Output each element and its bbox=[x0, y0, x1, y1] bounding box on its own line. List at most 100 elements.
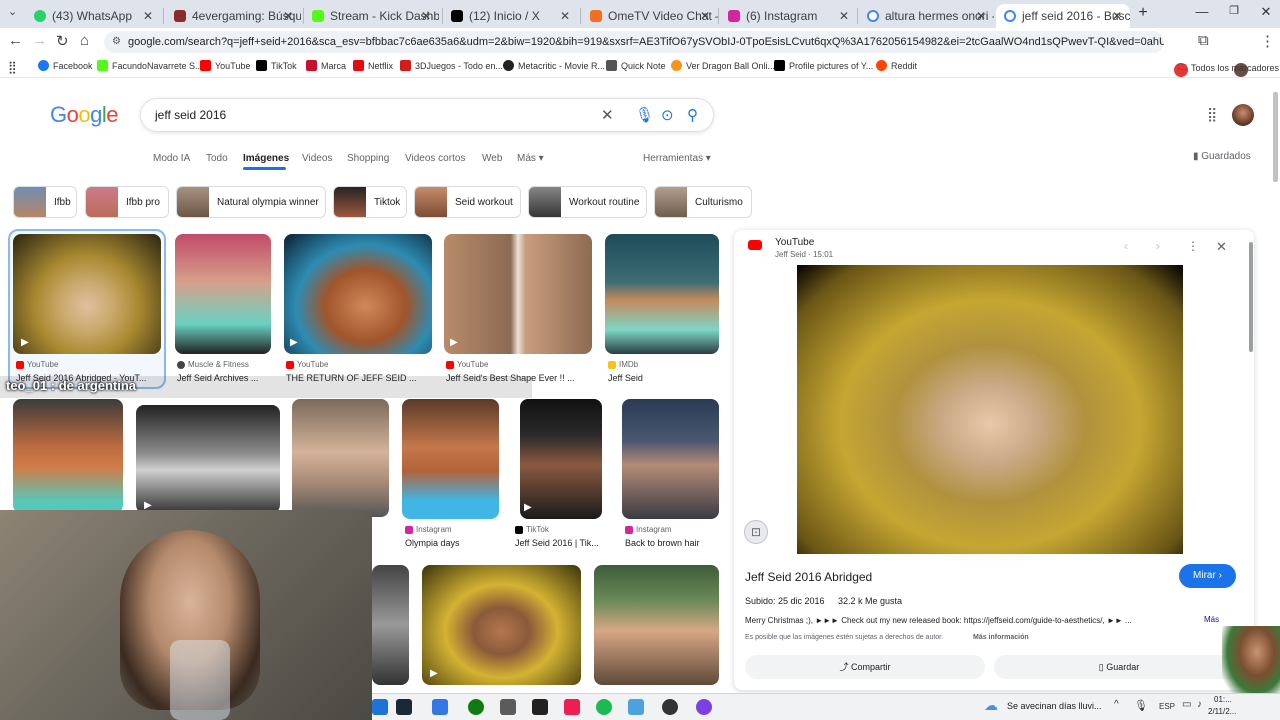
chip-natural-olympia[interactable]: Natural olympia winner bbox=[176, 186, 326, 218]
close-tab-icon[interactable]: ✕ bbox=[1112, 9, 1122, 23]
tab-imagenes[interactable]: Imágenes bbox=[243, 153, 289, 164]
microphone-icon[interactable]: 🎙 bbox=[635, 106, 654, 124]
more-options-icon[interactable]: ⋮ bbox=[1187, 239, 1199, 253]
tab-search-icon[interactable]: ⌄ bbox=[8, 5, 17, 18]
tab-videos[interactable]: Videos bbox=[302, 153, 332, 164]
close-tab-icon[interactable]: ✕ bbox=[143, 9, 153, 23]
tab-todo[interactable]: Todo bbox=[206, 153, 228, 164]
microphone-tray-icon[interactable]: 🎙 bbox=[1134, 699, 1148, 712]
result-source[interactable]: TikTok bbox=[515, 525, 549, 534]
google-logo[interactable]: Google bbox=[50, 102, 119, 128]
result-image-13[interactable]: ▶ bbox=[422, 565, 581, 685]
tab-altura[interactable]: altura hermes onori - Bus ✕ bbox=[859, 4, 994, 28]
bookmark-dragon-ball[interactable]: Ver Dragon Ball Onli... bbox=[671, 60, 775, 71]
bookmark-3djuegos[interactable]: 3DJuegos - Todo en... bbox=[400, 60, 503, 71]
bookmark-kick[interactable]: FacundoNavarrete S... bbox=[97, 60, 203, 71]
result-title[interactable]: Jeff Seid 2016 | Tik... bbox=[515, 538, 611, 548]
new-tab-button[interactable]: + bbox=[1129, 4, 1157, 22]
result-source[interactable]: YouTube bbox=[286, 360, 328, 369]
result-image-7[interactable]: ▶ bbox=[136, 405, 280, 513]
visit-button[interactable]: Mirar › bbox=[1179, 564, 1236, 588]
panel-title[interactable]: Jeff Seid 2016 Abridged bbox=[745, 570, 872, 584]
tab-jeff-seid-active[interactable]: jeff seid 2016 - Buscar co ✕ bbox=[996, 4, 1130, 28]
apps-grid-icon[interactable]: ⣿ bbox=[8, 60, 17, 74]
result-image-14[interactable] bbox=[594, 565, 719, 685]
clear-search-icon[interactable]: ✕ bbox=[601, 106, 614, 124]
close-tab-icon[interactable]: ✕ bbox=[700, 9, 710, 23]
result-image-6[interactable] bbox=[13, 399, 123, 513]
share-button[interactable]: ⤴ Compartir bbox=[745, 655, 985, 679]
account-avatar[interactable] bbox=[1232, 104, 1254, 126]
app-icon[interactable] bbox=[432, 699, 448, 715]
tab-mas[interactable]: Más ▾ bbox=[517, 153, 544, 164]
restore-button[interactable]: ❐ bbox=[1220, 4, 1248, 17]
panel-preview-image[interactable] bbox=[797, 265, 1183, 554]
network-icon[interactable]: ▭ bbox=[1182, 699, 1191, 710]
site-info-icon[interactable]: ⚙ bbox=[112, 31, 121, 53]
previous-icon[interactable]: ‹ bbox=[1124, 239, 1128, 253]
epic-games-icon[interactable] bbox=[532, 699, 548, 715]
obs-icon[interactable] bbox=[662, 699, 678, 715]
volume-icon[interactable]: ♪ bbox=[1197, 699, 1202, 710]
forward-icon[interactable]: → bbox=[32, 32, 47, 49]
clock-date[interactable]: 2/11/2... bbox=[1208, 707, 1236, 716]
bookmark-netflix[interactable]: Netflix bbox=[353, 60, 393, 71]
result-image-10[interactable]: ▶ bbox=[520, 399, 602, 519]
app-icon[interactable] bbox=[564, 699, 580, 715]
result-source[interactable]: Instagram bbox=[625, 525, 672, 534]
tab-modo-ia[interactable]: Modo IA bbox=[153, 153, 190, 164]
tab-4evergaming[interactable]: 4evergaming: Búsqueda d ✕ bbox=[166, 4, 301, 28]
next-icon[interactable]: › bbox=[1156, 239, 1160, 253]
chip-workout-routine[interactable]: Workout routine bbox=[528, 186, 647, 218]
result-source[interactable]: IMDb bbox=[608, 360, 638, 369]
panel-source[interactable]: YouTube bbox=[775, 237, 814, 248]
spotify-icon[interactable] bbox=[596, 699, 612, 715]
search-box[interactable]: jeff seid 2016 ✕ 🎙 ⊙ ⚲ bbox=[140, 98, 714, 132]
result-image-12[interactable] bbox=[372, 565, 409, 685]
more-info-link[interactable]: Más información bbox=[973, 634, 1029, 641]
result-image-9[interactable] bbox=[402, 399, 499, 519]
saved-link[interactable]: ▮ Guardados bbox=[1193, 151, 1251, 162]
close-tab-icon[interactable]: ✕ bbox=[976, 9, 986, 23]
app-icon[interactable] bbox=[628, 699, 644, 715]
tab-kick[interactable]: Stream - Kick Dashboard ✕ bbox=[304, 4, 439, 28]
result-source[interactable]: Instagram bbox=[405, 525, 452, 534]
result-source[interactable]: Muscle & Fitness bbox=[177, 360, 249, 369]
tab-whatsapp[interactable]: (43) WhatsApp ✕ bbox=[26, 4, 161, 28]
tools-dropdown[interactable]: Herramientas ▾ bbox=[643, 153, 711, 164]
bookmark-reddit[interactable]: Reddit bbox=[876, 60, 917, 71]
tab-ometv[interactable]: OmeTV Video Chat — On ✕ bbox=[582, 4, 718, 28]
all-bookmarks[interactable]: 🗀 Todos los marcadores bbox=[1178, 60, 1279, 76]
chip-ifbb[interactable]: Ifbb bbox=[13, 186, 77, 218]
taskbar-app-icon[interactable] bbox=[372, 699, 388, 715]
tab-x[interactable]: (12) Inicio / X ✕ bbox=[443, 4, 578, 28]
minimize-button[interactable]: — bbox=[1188, 4, 1216, 19]
bookmark-tiktok[interactable]: TikTok bbox=[256, 60, 297, 71]
result-image-4[interactable]: ▶ bbox=[444, 234, 592, 354]
panel-scrollbar[interactable] bbox=[1249, 242, 1253, 352]
app-icon[interactable] bbox=[500, 699, 516, 715]
xbox-icon[interactable] bbox=[468, 699, 484, 715]
close-tab-icon[interactable]: ✕ bbox=[560, 9, 570, 23]
bookmark-marca[interactable]: Marca bbox=[306, 60, 346, 71]
result-title[interactable]: Olympia days bbox=[405, 538, 505, 548]
close-tab-icon[interactable]: ✕ bbox=[283, 9, 293, 23]
bookmark-facebook[interactable]: Facebook bbox=[38, 60, 93, 71]
google-apps-icon[interactable]: ⣿ bbox=[1207, 106, 1217, 123]
result-image-5[interactable] bbox=[605, 234, 719, 354]
tab-shopping[interactable]: Shopping bbox=[347, 153, 389, 164]
close-tab-icon[interactable]: ✕ bbox=[839, 9, 849, 23]
language-indicator[interactable]: ESP bbox=[1159, 702, 1175, 711]
lens-camera-icon[interactable]: ⊙ bbox=[661, 106, 674, 124]
result-image-1[interactable]: ▶ bbox=[13, 234, 161, 354]
result-title[interactable]: Back to brown hair bbox=[625, 538, 721, 548]
search-input[interactable]: jeff seid 2016 bbox=[155, 108, 226, 122]
reload-icon[interactable]: ↻ bbox=[56, 32, 69, 50]
address-bar[interactable]: ⚙ google.com/search?q=jeff+seid+2016&sca… bbox=[104, 31, 1164, 53]
close-panel-icon[interactable]: ✕ bbox=[1216, 239, 1227, 255]
menu-kebab-icon[interactable]: ⋮ bbox=[1260, 32, 1275, 50]
app-icon[interactable] bbox=[696, 699, 712, 715]
steam-icon[interactable] bbox=[396, 699, 412, 715]
bookmark-youtube[interactable]: YouTube bbox=[200, 60, 250, 71]
chip-culturismo[interactable]: Culturismo bbox=[654, 186, 752, 218]
